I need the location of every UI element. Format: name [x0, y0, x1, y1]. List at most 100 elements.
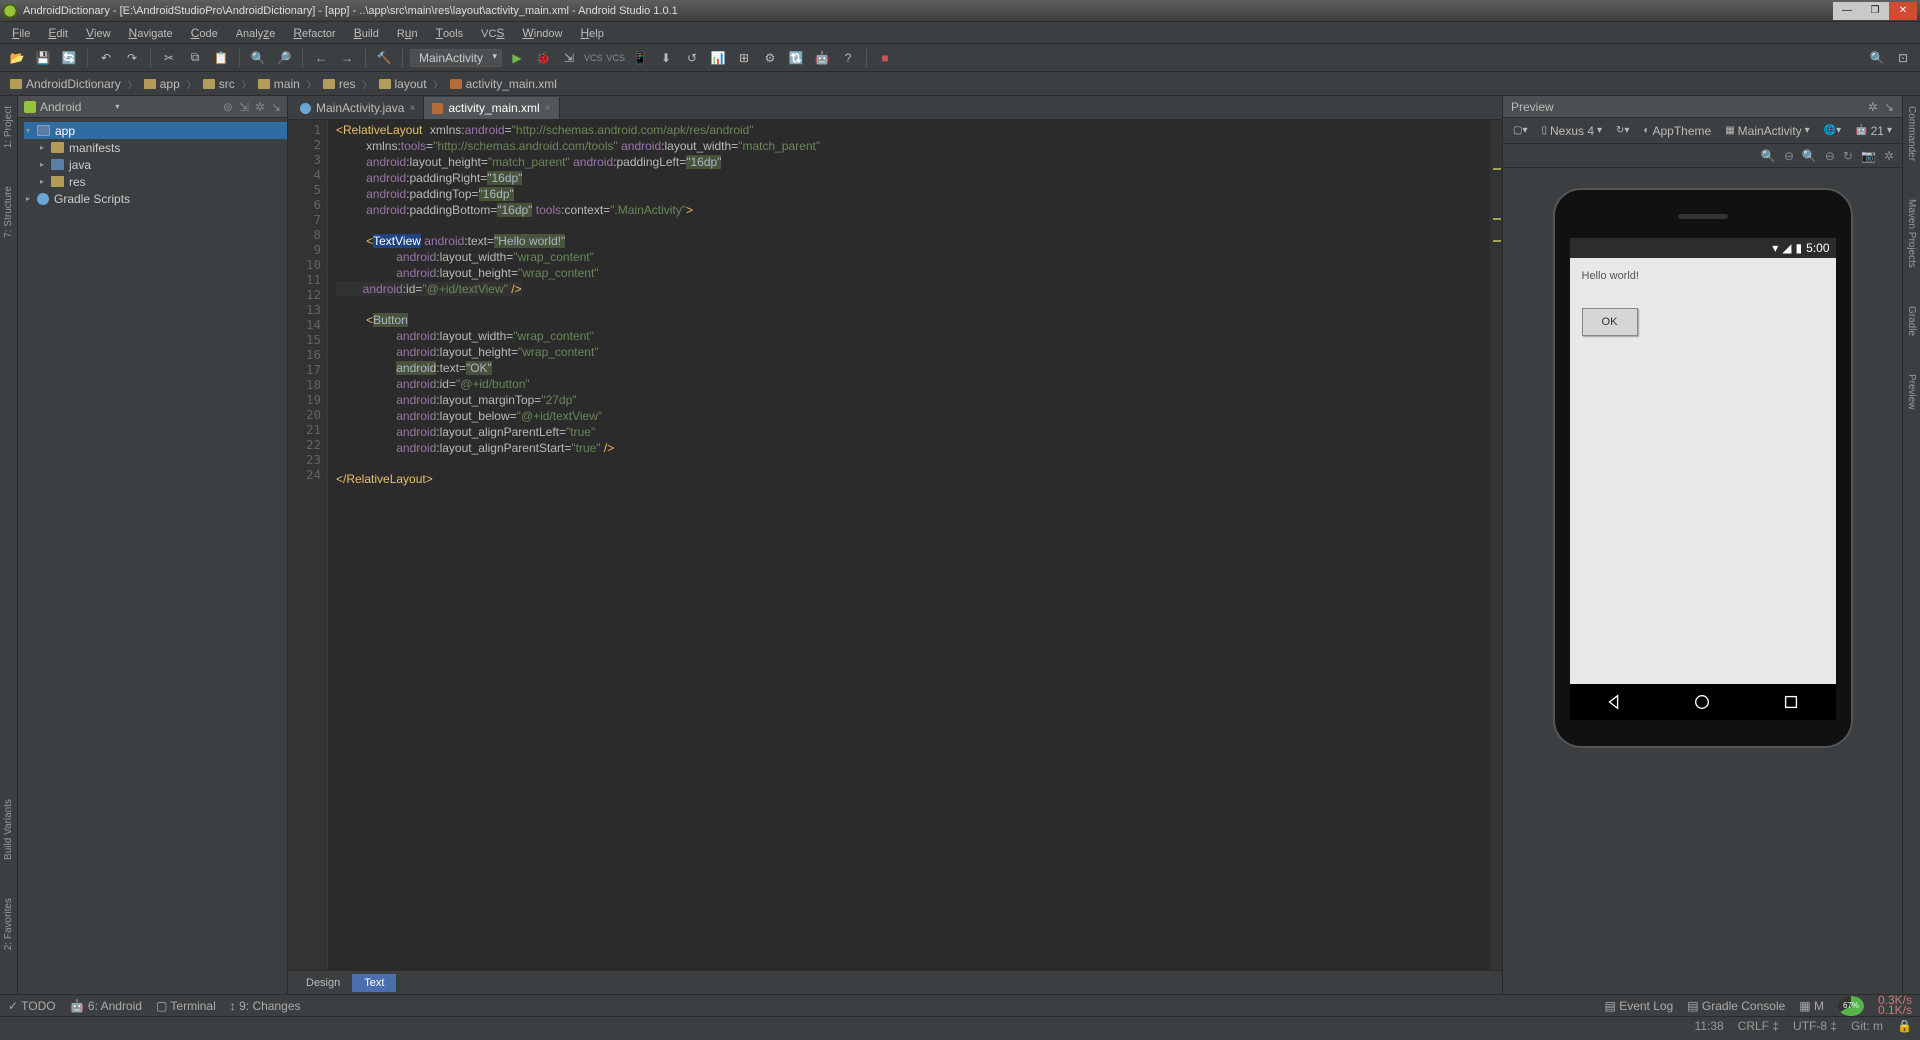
rail-favorites[interactable]: 2: Favorites	[3, 894, 14, 954]
menu-run[interactable]: Run	[389, 23, 426, 43]
find-icon[interactable]: 🔍	[247, 47, 269, 69]
menu-analyze[interactable]: Analyze	[228, 23, 284, 43]
rail-gradle[interactable]: Gradle	[1906, 302, 1917, 340]
open-icon[interactable]: 📂	[6, 47, 28, 69]
monitor-icon[interactable]: 📊	[707, 47, 729, 69]
editor-markbar[interactable]	[1490, 120, 1502, 970]
project-structure-icon[interactable]: ⚙	[759, 47, 781, 69]
settings-icon[interactable]: ✲	[1884, 149, 1894, 163]
activity-dropdown[interactable]: ▦ MainActivity ▾	[1721, 123, 1814, 139]
back-icon[interactable]: ←	[310, 47, 332, 69]
menu-navigate[interactable]: Navigate	[121, 23, 181, 43]
menu-edit[interactable]: Edit	[40, 23, 76, 43]
close-icon[interactable]: ×	[545, 103, 551, 114]
copy-icon[interactable]: ⧉	[184, 47, 206, 69]
tab-mainactivity[interactable]: MainActivity.java×	[292, 97, 424, 119]
tree-java[interactable]: ▸java	[24, 156, 287, 173]
tree-res[interactable]: ▸res	[24, 173, 287, 190]
hide-icon[interactable]: ↘	[1884, 100, 1894, 114]
changes-tool[interactable]: ↕ 9: Changes	[230, 999, 301, 1013]
rail-structure[interactable]: 7: Structure	[3, 182, 14, 242]
search-everywhere-icon[interactable]: 🔍	[1866, 47, 1888, 69]
avd-icon[interactable]: 📱	[629, 47, 651, 69]
crumb-project[interactable]: AndroidDictionary	[6, 77, 125, 91]
rail-maven[interactable]: Maven Projects	[1906, 195, 1917, 272]
hide-icon[interactable]: ↘	[271, 100, 281, 114]
home-nav-icon[interactable]	[1693, 693, 1711, 711]
crumb-res[interactable]: res	[319, 77, 360, 91]
gradle-console-tool[interactable]: ▤ Gradle Console	[1687, 999, 1785, 1013]
orientation-icon[interactable]: ↻▾	[1612, 124, 1633, 137]
save-icon[interactable]: 💾	[32, 47, 54, 69]
sync-gradle-icon[interactable]: 🔃	[785, 47, 807, 69]
locale-icon[interactable]: 🌐▾	[1820, 124, 1845, 137]
crumb-file[interactable]: activity_main.xml	[446, 77, 561, 91]
preview-ok-button[interactable]: OK	[1582, 308, 1638, 336]
crumb-app[interactable]: app	[140, 77, 184, 91]
stop-icon[interactable]: ■	[874, 47, 896, 69]
zoom-out-icon[interactable]: ⊖	[1784, 149, 1794, 163]
forward-icon[interactable]: →	[336, 47, 358, 69]
vcs-up-icon[interactable]: VCS	[584, 53, 603, 63]
line-gutter[interactable]: 123456789101112131415161718192021222324	[288, 120, 328, 970]
debug-icon[interactable]: 🐞	[532, 47, 554, 69]
event-log-tool[interactable]: ▤ Event Log	[1605, 999, 1674, 1013]
tree-gradle[interactable]: ▸Gradle Scripts	[24, 190, 287, 207]
paste-icon[interactable]: 📋	[210, 47, 232, 69]
scroll-to-icon[interactable]: ⊚	[223, 100, 233, 114]
git-branch[interactable]: Git: m	[1851, 1019, 1883, 1033]
memory-meter[interactable]: 67%	[1838, 996, 1864, 1016]
gear-icon[interactable]: ✲	[255, 100, 265, 114]
vcs-down-icon[interactable]: VCS	[607, 53, 626, 63]
menu-tools[interactable]: Tools	[428, 23, 472, 43]
rewind-icon[interactable]: ↺	[681, 47, 703, 69]
cursor-position[interactable]: 11:38	[1695, 1019, 1724, 1033]
menu-help[interactable]: Help	[573, 23, 612, 43]
preview-textview[interactable]: Hello world!	[1582, 270, 1824, 282]
project-view-dropdown[interactable]: Android ▾	[24, 100, 119, 114]
menu-vcs[interactable]: VCS	[473, 23, 512, 43]
menu-refactor[interactable]: Refactor	[285, 23, 343, 43]
run-config-dropdown[interactable]: MainActivity	[410, 49, 502, 67]
encoding[interactable]: UTF-8 ‡	[1793, 1019, 1837, 1033]
zoom-in-icon[interactable]: 🔍	[1802, 149, 1817, 163]
crumb-src[interactable]: src	[199, 77, 239, 91]
run-icon[interactable]: ▶	[506, 47, 528, 69]
android-icon[interactable]: 🤖	[811, 47, 833, 69]
toolwindow-icon[interactable]: ⊡	[1892, 47, 1914, 69]
device-screen[interactable]: ▾ ◢ ▮ 5:00 Hello world! OK	[1570, 238, 1836, 720]
tree-app[interactable]: ▾app	[24, 122, 287, 139]
tab-design[interactable]: Design	[294, 974, 352, 992]
device-dropdown[interactable]: ▯ Nexus 4 ▾	[1537, 123, 1606, 139]
window-close-button[interactable]: ✕	[1889, 2, 1917, 20]
code-editor[interactable]: <RelativeLayout xmlns:android="http://sc…	[328, 120, 1490, 970]
undo-icon[interactable]: ↶	[95, 47, 117, 69]
rail-preview[interactable]: Preview	[1906, 370, 1917, 414]
zoom-fit-icon[interactable]: 🔍	[1761, 149, 1776, 163]
menu-view[interactable]: View	[78, 23, 119, 43]
screenshot-icon[interactable]: 📷	[1861, 149, 1876, 163]
menu-build[interactable]: Build	[346, 23, 387, 43]
sdk-icon[interactable]: ⬇	[655, 47, 677, 69]
rail-project[interactable]: 1: Project	[3, 102, 14, 152]
back-nav-icon[interactable]	[1605, 693, 1623, 711]
terminal-tool[interactable]: ▢ Terminal	[156, 999, 216, 1013]
close-icon[interactable]: ×	[409, 103, 415, 114]
mem-indicator[interactable]: ▦ M	[1799, 999, 1824, 1013]
tree-manifests[interactable]: ▸manifests	[24, 139, 287, 156]
theme-dropdown[interactable]: ◐ AppTheme	[1639, 123, 1715, 139]
replace-icon[interactable]: 🔎	[273, 47, 295, 69]
gear-icon[interactable]: ✲	[1868, 100, 1878, 114]
menu-code[interactable]: Code	[183, 23, 226, 43]
sync-icon[interactable]: 🔄	[58, 47, 80, 69]
android-tool[interactable]: 🤖 6: Android	[70, 999, 142, 1013]
line-separator[interactable]: CRLF ‡	[1738, 1019, 1779, 1033]
rail-build-variants[interactable]: Build Variants	[3, 795, 14, 864]
menu-window[interactable]: Window	[514, 23, 570, 43]
structure-icon[interactable]: ⊞	[733, 47, 755, 69]
collapse-icon[interactable]: ⇲	[239, 100, 249, 114]
todo-tool[interactable]: ✓ TODO	[8, 999, 56, 1013]
render-config-icon[interactable]: ▢▾	[1509, 124, 1531, 137]
tab-text[interactable]: Text	[352, 974, 396, 992]
window-maximize-button[interactable]: ❐	[1861, 2, 1889, 20]
